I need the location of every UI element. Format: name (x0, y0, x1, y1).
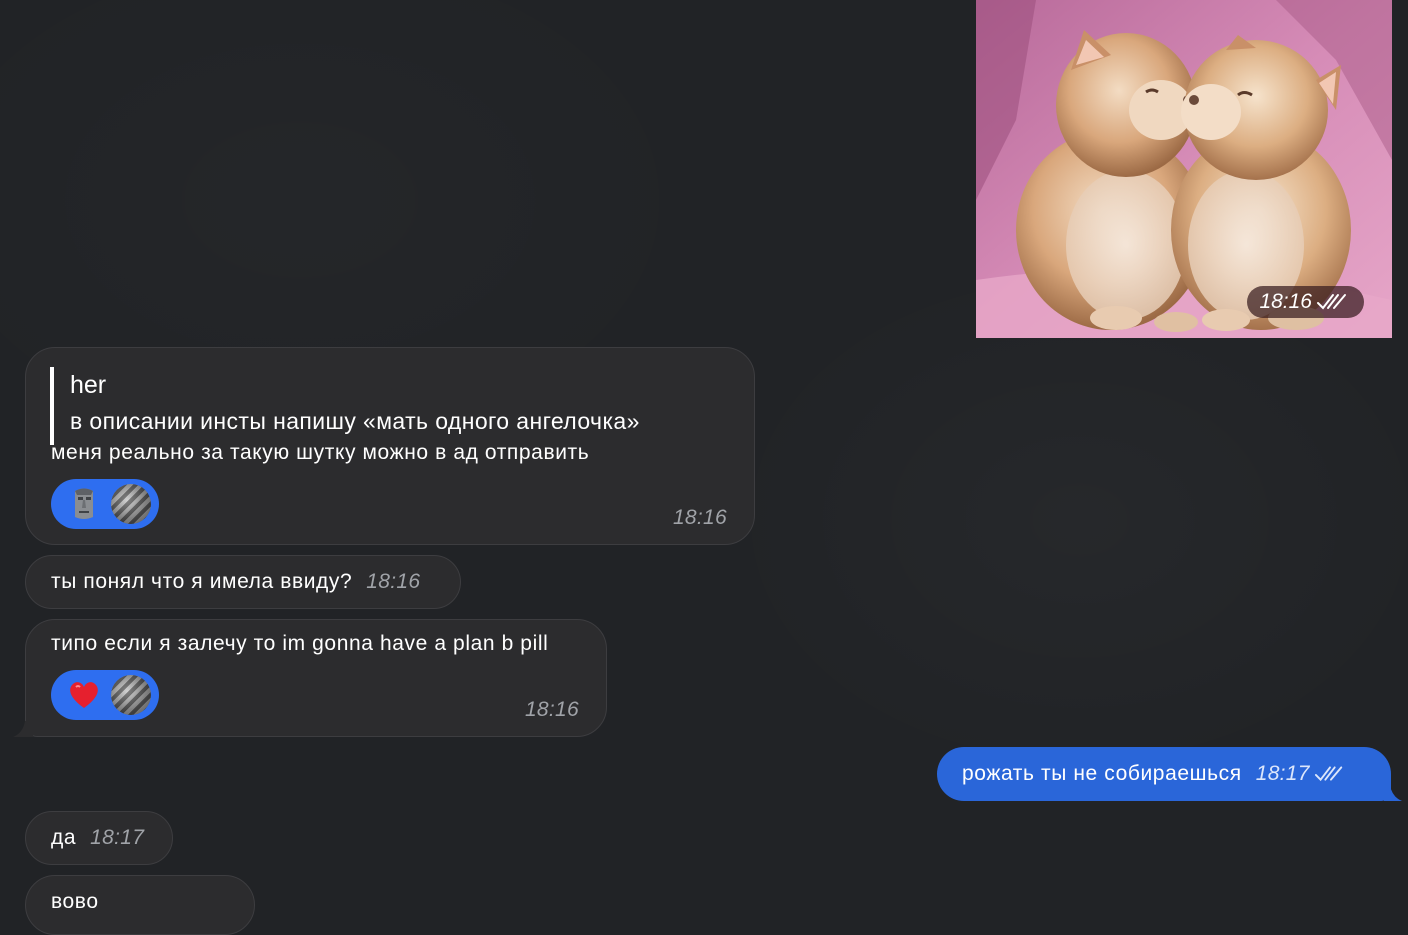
avatar[interactable] (111, 675, 151, 715)
reaction-pill[interactable] (51, 670, 159, 720)
moai-emoji-icon (67, 487, 101, 521)
message-time: 18:17 (90, 826, 145, 849)
photo-time-text: 18:16 (1259, 290, 1312, 313)
incoming-message[interactable]: ты понял что я имела ввиду? 18:16 (25, 555, 461, 609)
message-text: рожать ты не собираешься (962, 762, 1242, 785)
message-time: 18:17 (1255, 762, 1310, 785)
message-text: меня реально за такую шутку можно в ад о… (51, 441, 590, 464)
message-text: да (51, 826, 77, 849)
message-time: 18:16 (524, 698, 579, 721)
message-text: ты понял что я имела ввиду? (51, 570, 353, 593)
bubble-tail (13, 721, 33, 737)
message-time: 18:16 (366, 570, 421, 593)
double-check-icon (1314, 766, 1343, 782)
photo-message[interactable]: 18:16 (976, 0, 1392, 338)
message-text: типо если я залечу то im gonna have a pl… (51, 632, 549, 655)
double-check-icon (1317, 294, 1346, 310)
heart-emoji-icon (67, 678, 101, 712)
bubble-tail (1384, 785, 1402, 801)
reply-quote[interactable]: her в описании инсты напишу «мать одного… (50, 367, 640, 445)
incoming-message[interactable]: вово (25, 875, 255, 935)
reply-text: в описании инсты напишу «мать одного анг… (70, 408, 640, 434)
incoming-message[interactable]: да 18:17 (25, 811, 173, 865)
outgoing-message[interactable]: рожать ты не собираешься 18:17 (937, 747, 1391, 801)
incoming-message[interactable]: типо если я залечу то im gonna have a pl… (25, 619, 607, 737)
message-time: 18:16 (672, 506, 727, 529)
reaction-pill[interactable] (51, 479, 159, 529)
avatar[interactable] (111, 484, 151, 524)
reply-author: her (70, 371, 107, 399)
photo-timestamp: 18:16 (1247, 286, 1364, 318)
message-text: вово (51, 890, 99, 913)
incoming-message[interactable]: her в описании инсты напишу «мать одного… (25, 347, 755, 545)
